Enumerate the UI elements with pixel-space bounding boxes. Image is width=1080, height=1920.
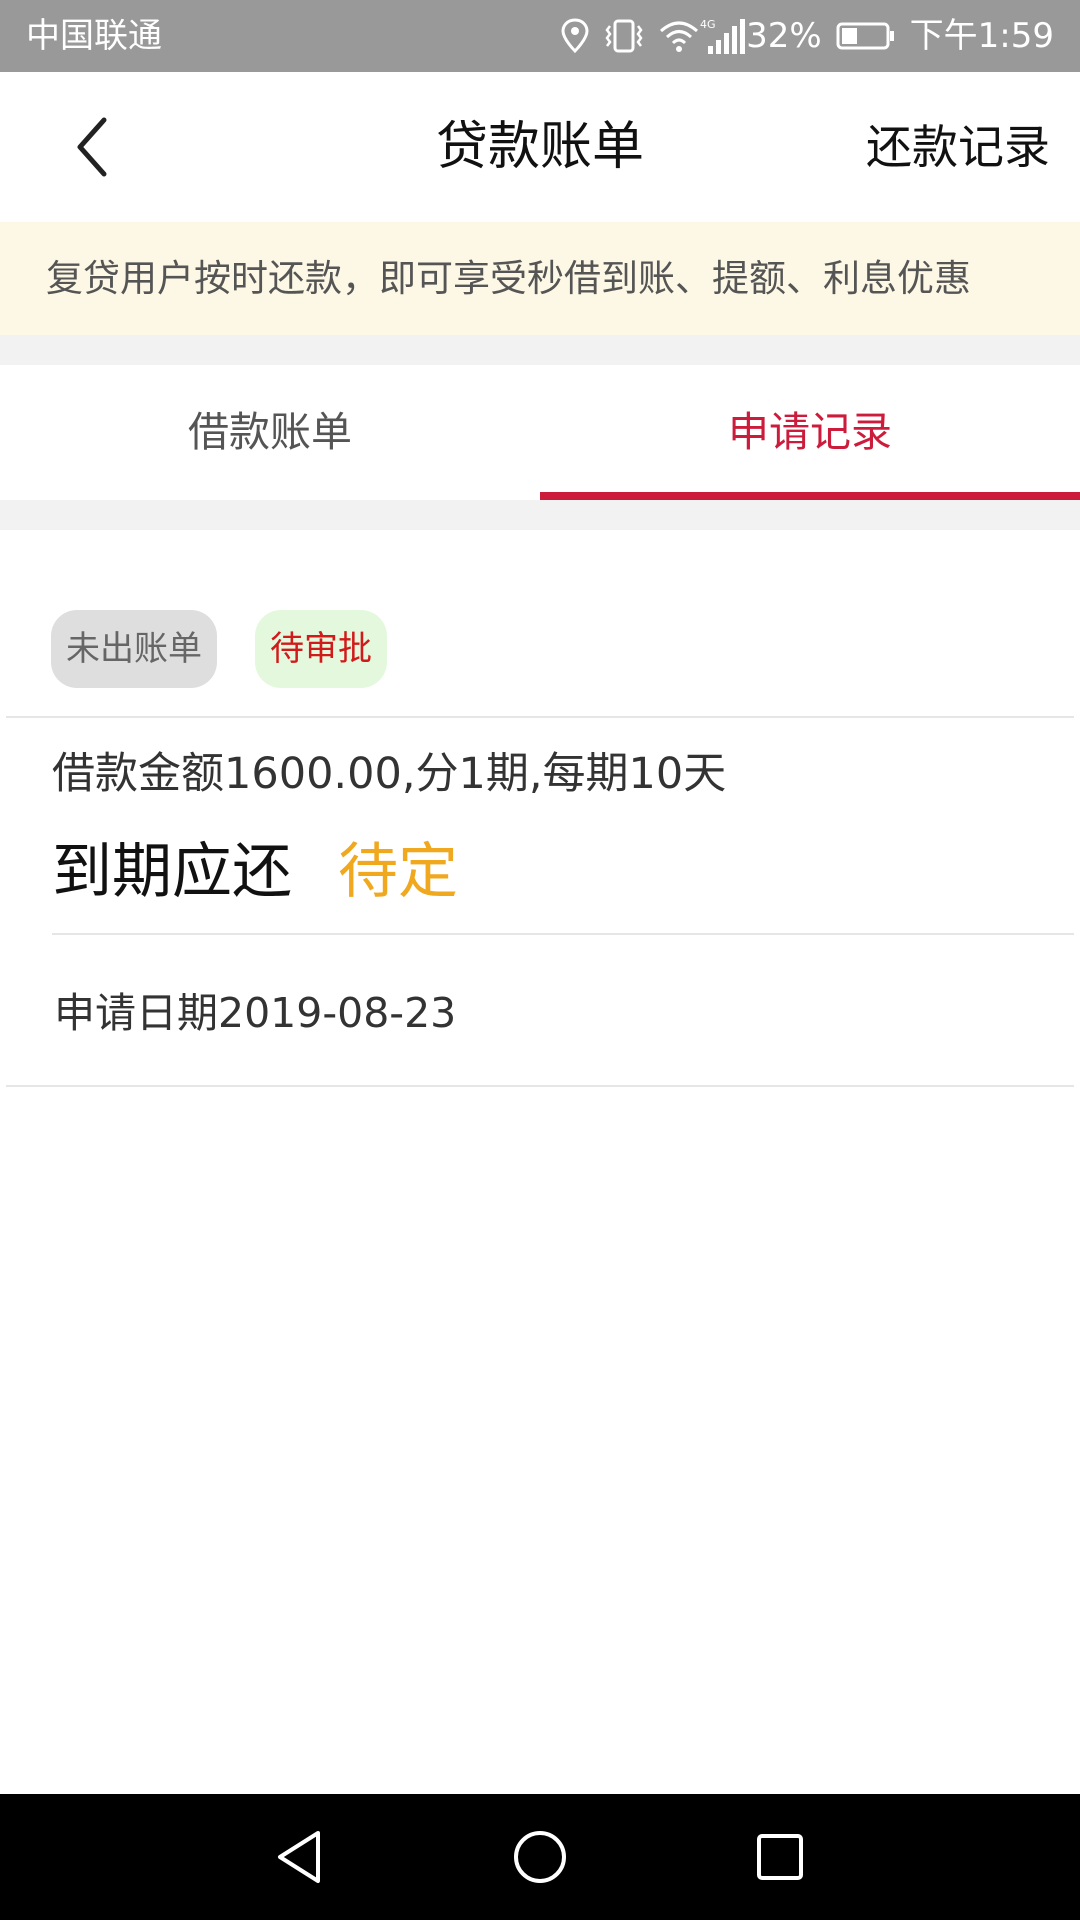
carrier-name: 中国联通 xyxy=(26,16,162,56)
tab-loan-bills[interactable]: 借款账单 xyxy=(0,365,540,500)
status-icons: 4G 32% 下午1:59 xyxy=(560,0,1054,72)
tab-bar: 借款账单 申请记录 xyxy=(0,365,1080,500)
due-value: 待定 xyxy=(338,837,458,907)
home-circle-icon xyxy=(514,1831,566,1883)
clock: 下午1:59 xyxy=(909,16,1054,56)
status-bar: 中国联通 4G 32% 下午1:59 xyxy=(0,0,1080,72)
network-type-label: 4G xyxy=(700,18,716,31)
wifi-icon xyxy=(660,21,699,52)
status-badge-pending-approval: 待审批 xyxy=(255,610,387,688)
loan-info: 借款金额1600.00,分1期,每期10天 xyxy=(52,749,727,799)
nav-recents-button[interactable] xyxy=(748,1825,812,1889)
back-triangle-icon xyxy=(278,1831,320,1883)
battery-percent: 32% xyxy=(746,16,822,56)
header: 贷款账单 还款记录 xyxy=(0,72,1080,222)
apply-date: 申请日期2019-08-23 xyxy=(54,989,457,1037)
repayment-record-link[interactable]: 还款记录 xyxy=(866,72,1050,222)
recents-square-icon xyxy=(757,1834,803,1880)
location-icon xyxy=(561,18,589,54)
back-button[interactable] xyxy=(60,112,130,182)
due-label: 到期应还 xyxy=(52,837,292,907)
signal-icon: 4G xyxy=(700,18,746,54)
nav-home-button[interactable] xyxy=(508,1825,572,1889)
status-badge-unbilled: 未出账单 xyxy=(51,610,217,688)
tab-application-records[interactable]: 申请记录 xyxy=(540,365,1080,500)
nav-back-button[interactable] xyxy=(268,1825,332,1889)
notice-text: 复贷用户按时还款，即可享受秒借到账、提额、利息优惠 xyxy=(46,257,971,300)
divider xyxy=(6,716,1074,718)
section-spacer xyxy=(0,500,1080,530)
navigation-bar xyxy=(0,1794,1080,1920)
divider xyxy=(6,1085,1074,1087)
notice-banner: 复贷用户按时还款，即可享受秒借到账、提额、利息优惠 xyxy=(0,222,1080,335)
chevron-left-icon xyxy=(77,117,107,177)
battery-icon xyxy=(836,22,894,50)
divider xyxy=(52,933,1074,935)
due-row: 到期应还 待定 xyxy=(52,835,458,909)
section-spacer xyxy=(0,335,1080,365)
vibrate-icon xyxy=(605,19,643,53)
active-tab-indicator xyxy=(540,492,1080,500)
